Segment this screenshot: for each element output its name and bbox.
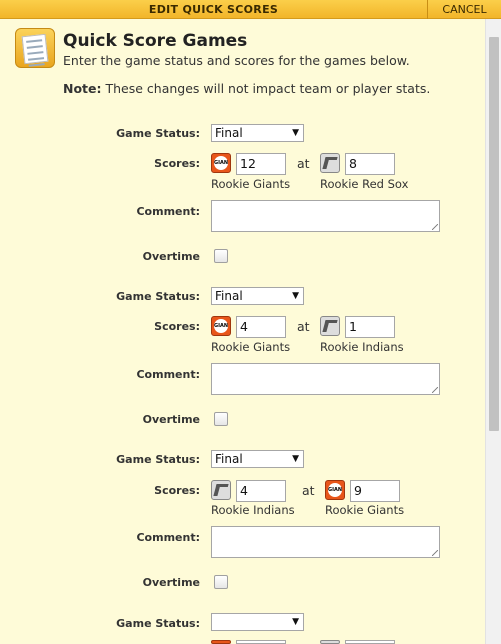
- game-status-value: Final: [215, 126, 243, 140]
- comment-textarea[interactable]: [211, 526, 440, 558]
- home-score-input[interactable]: 9: [350, 480, 400, 502]
- giants-logo-icon: [211, 640, 231, 644]
- away-team-name: Rookie Giants: [211, 340, 291, 354]
- game-status-label: Game Status:: [116, 127, 200, 140]
- home-score-input[interactable]: 8: [345, 153, 395, 175]
- indians-logo-icon: [320, 316, 340, 336]
- dialog-titlebar: EDIT QUICK SCORES CANCEL: [0, 0, 501, 19]
- overtime-label: Overtime: [142, 250, 200, 263]
- comment-label: Comment:: [136, 531, 200, 544]
- scores-label: Scores:: [154, 484, 200, 497]
- game-status-select[interactable]: ▼: [211, 613, 304, 631]
- dropdown-arrow-icon: ▼: [292, 128, 299, 138]
- away-score-input[interactable]: 4: [236, 316, 286, 338]
- game-status-value: Final: [215, 289, 243, 303]
- at-separator: at: [297, 319, 310, 334]
- at-separator: at: [302, 483, 315, 498]
- dropdown-arrow-icon: ▼: [292, 617, 299, 627]
- away-team-name: Rookie Giants: [211, 177, 291, 191]
- away-score-input[interactable]: [236, 640, 286, 644]
- overtime-checkbox[interactable]: [214, 412, 228, 426]
- giants-logo-icon: GIANTS: [325, 480, 345, 500]
- home-team-name: Rookie Indians: [320, 340, 404, 354]
- overtime-checkbox[interactable]: [214, 249, 228, 263]
- at-separator: at: [297, 156, 310, 171]
- home-score-input[interactable]: [345, 640, 395, 644]
- dropdown-arrow-icon: ▼: [292, 454, 299, 464]
- note-label: Note:: [63, 81, 102, 96]
- game-status-label: Game Status:: [116, 453, 200, 466]
- comment-textarea[interactable]: [211, 200, 440, 232]
- away-score-input[interactable]: 12: [236, 153, 286, 175]
- dropdown-arrow-icon: ▼: [292, 291, 299, 301]
- game-status-label: Game Status:: [116, 290, 200, 303]
- scrollbar-thumb[interactable]: [489, 37, 499, 431]
- page-heading: Quick Score Games: [63, 31, 248, 51]
- dialog-title: EDIT QUICK SCORES: [148, 3, 279, 16]
- vertical-scrollbar[interactable]: [485, 19, 501, 644]
- team-logo-icon: [320, 640, 340, 644]
- note-text: Note: These changes will not impact team…: [63, 81, 430, 96]
- page-subtitle: Enter the game status and scores for the…: [63, 53, 410, 68]
- comment-label: Comment:: [136, 368, 200, 381]
- away-score-input[interactable]: 4: [236, 480, 286, 502]
- home-score-input[interactable]: 1: [345, 316, 395, 338]
- game-status-value: Final: [215, 452, 243, 466]
- indians-logo-icon: [211, 480, 231, 500]
- home-team-name: Rookie Red Sox: [320, 177, 409, 191]
- scoresheet-icon: [15, 28, 55, 68]
- overtime-label: Overtime: [142, 576, 200, 589]
- game-status-select[interactable]: Final ▼: [211, 124, 304, 142]
- home-team-name: Rookie Giants: [325, 503, 405, 517]
- away-team-name: Rookie Indians: [211, 503, 295, 517]
- game-status-label: Game Status:: [116, 617, 200, 630]
- scores-label: Scores:: [154, 320, 200, 333]
- comment-textarea[interactable]: [211, 363, 440, 395]
- giants-logo-icon: GIANTS: [211, 316, 231, 336]
- note-body: These changes will not impact team or pl…: [101, 81, 431, 96]
- giants-logo-icon: GIANTS: [211, 153, 231, 173]
- game-status-select[interactable]: Final ▼: [211, 287, 304, 305]
- scores-label: Scores:: [154, 157, 200, 170]
- game-status-select[interactable]: Final ▼: [211, 450, 304, 468]
- red-sox-logo-icon: [320, 153, 340, 173]
- overtime-label: Overtime: [142, 413, 200, 426]
- cancel-button[interactable]: CANCEL: [427, 0, 501, 19]
- overtime-checkbox[interactable]: [214, 575, 228, 589]
- comment-label: Comment:: [136, 205, 200, 218]
